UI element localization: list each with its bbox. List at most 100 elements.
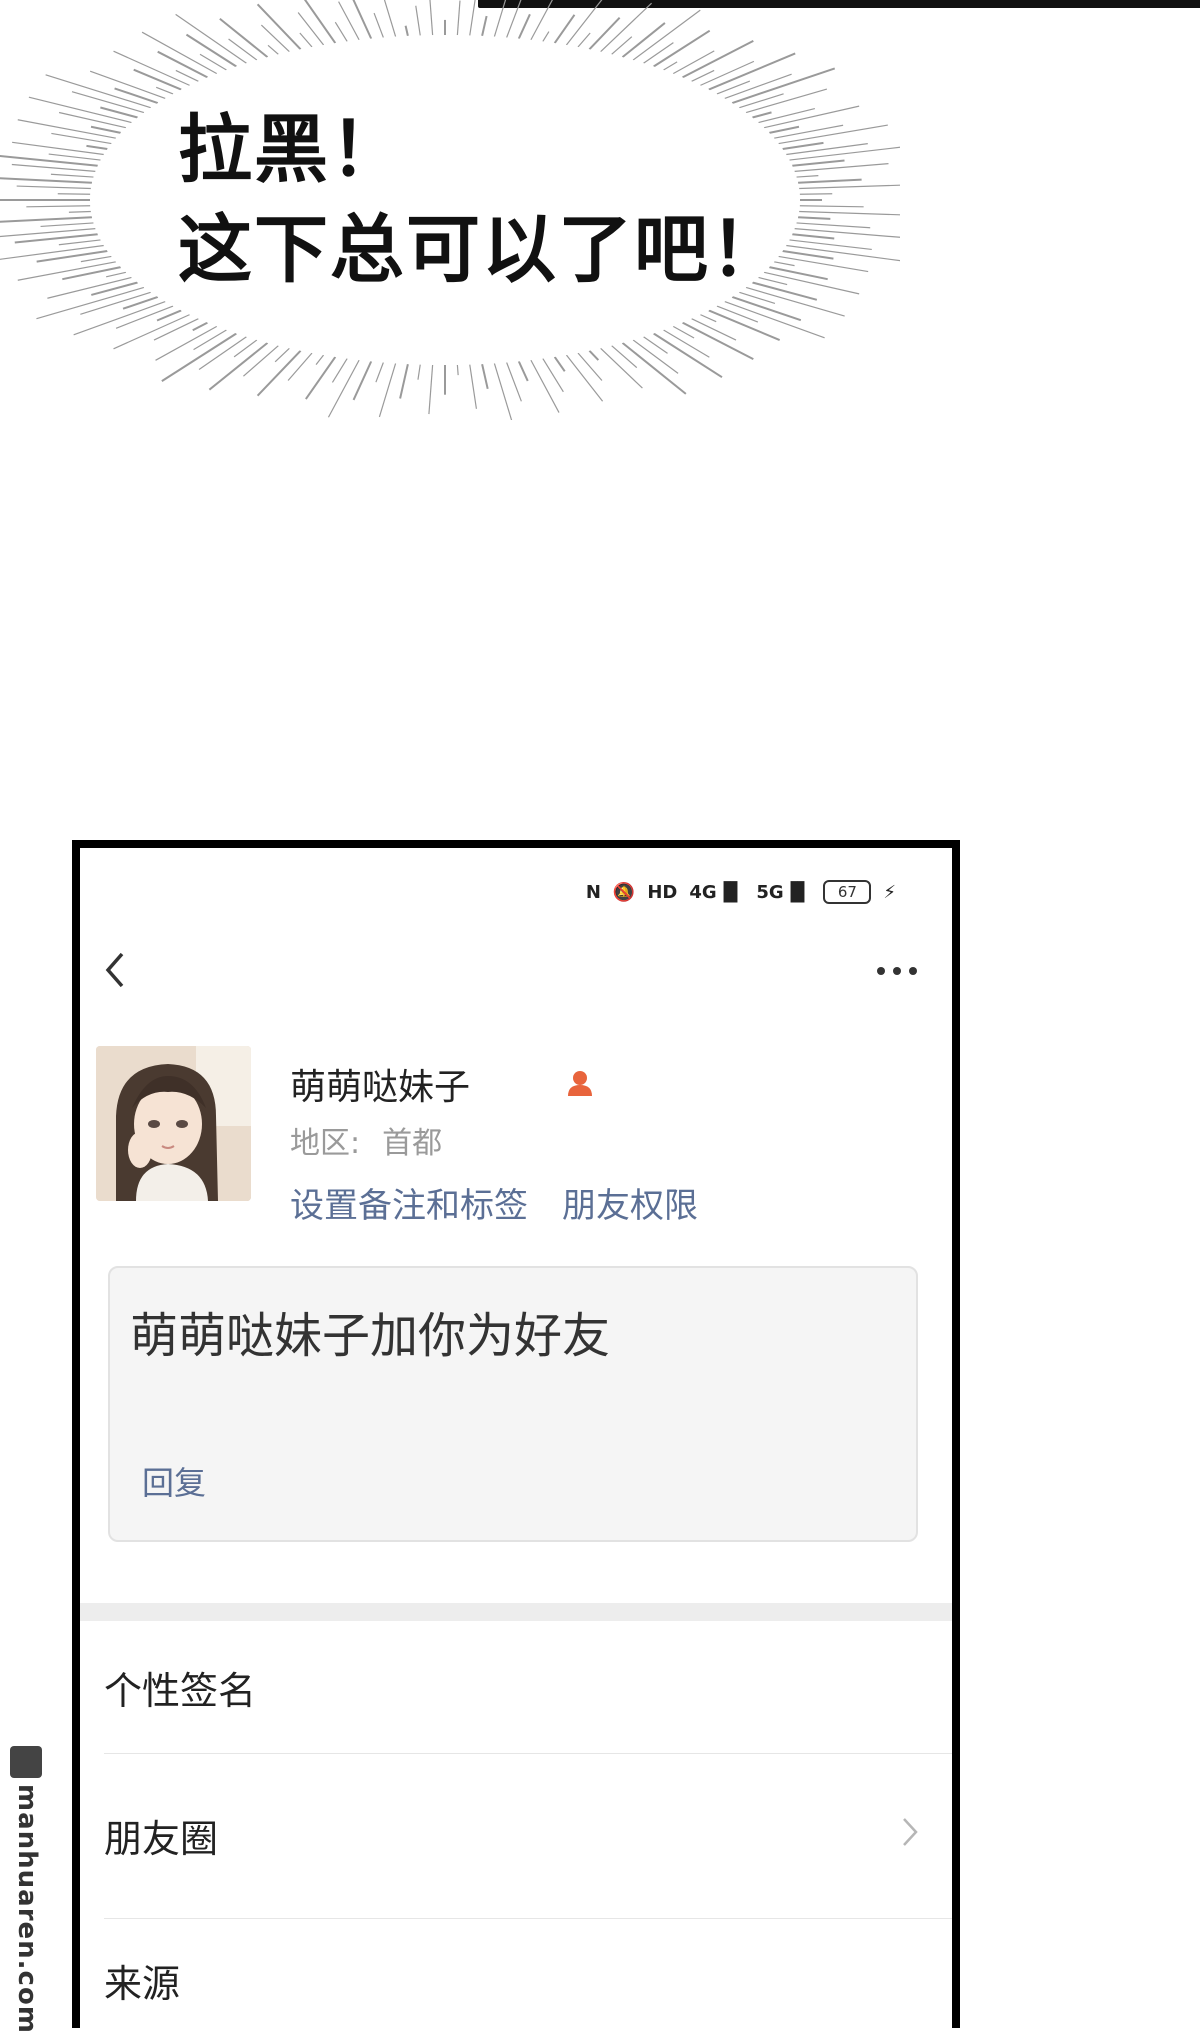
burst-ray [399,363,409,399]
burst-ray [156,309,182,322]
burst-ray [792,159,845,167]
burst-ray [58,239,101,246]
section-divider [80,1603,952,1621]
reply-button[interactable]: 回复 [142,1458,206,1504]
nfc-icon: N [585,881,601,903]
row-signature[interactable]: 个性签名 [104,1621,952,1754]
burst-ray [417,364,421,380]
burst-ray [404,25,409,37]
burst-ray [0,216,92,223]
burst-ray [799,184,900,190]
burst-ray [114,87,159,104]
signal-4g-icon: 4G▐▌ [689,881,745,903]
burst-ray [542,31,550,42]
burst-ray [577,32,591,48]
burst-ray [155,325,218,361]
burst-ray [456,0,461,36]
burst-ray [192,321,208,332]
burst-ray [653,332,723,379]
more-button[interactable] [872,950,922,990]
burst-ray [299,32,313,48]
burst-ray [161,332,237,382]
region-label: 地区: [290,1126,361,1161]
burst-ray [28,96,132,124]
gender-icon [568,1071,592,1096]
burst-ray [663,61,678,71]
row-moments[interactable]: 朋友圈 [104,1753,952,1919]
burst-ray [588,16,621,50]
back-button[interactable] [100,948,140,998]
burst-ray [58,111,127,129]
burst-ray [792,233,835,240]
burst-ray [565,354,604,402]
burst-ray [799,193,833,195]
signal-4g-label: 4G [689,881,717,903]
burst-ray [553,356,566,372]
burst-ray [565,0,603,46]
mute-icon: 🔕 [612,881,636,903]
burst-ray [600,2,653,53]
burst-ray [798,216,831,220]
burst-ray [57,193,91,195]
burst-ray [415,5,421,36]
request-message: 萌萌哒妹子加你为好友 [130,1308,611,1364]
burst-ray [16,185,91,190]
friend-permission-link[interactable]: 朋友权限 [562,1186,698,1226]
battery-level: 67 [837,883,857,901]
burst-ray [106,271,127,278]
burst-ray [334,21,348,42]
burst-ray [40,222,94,228]
burst-ray [0,177,92,184]
burst-ray [228,38,258,61]
avatar[interactable] [96,1046,251,1201]
watermark-text: manhuaren.com [12,1784,42,2034]
burst-ray [577,352,603,381]
burst-ray [305,356,337,400]
burst-ray [716,305,759,323]
burst-ray [588,350,600,361]
burst-ray [50,173,94,178]
burst-ray [517,360,529,382]
set-remark-link[interactable]: 设置备注和标签 [290,1186,528,1226]
watermark-logo-icon [10,1746,42,1778]
burst-ray [51,132,112,145]
burst-ray [796,175,819,178]
burst-ray [383,0,397,37]
burst-ray [778,255,869,273]
burst-ray [373,12,384,38]
region-info: 地区: 首都 [290,1118,442,1162]
burst-ray [799,210,900,216]
burst-ray [36,286,145,320]
burst-ray [481,15,488,37]
status-bar: N 🔕 HD 4G▐▌ 5G▐▌ 67 ⚡ [586,876,896,908]
burst-ray [90,125,121,134]
burst-ray [708,309,781,341]
row-source[interactable]: 来源 [104,1918,952,2028]
burst-ray [530,359,560,413]
region-value: 首都 [382,1126,443,1161]
profile-name: 萌萌哒妹子 [290,1067,471,1108]
burst-ray [73,301,166,336]
burst-ray [352,0,373,40]
burst-ray [493,363,513,420]
burst-ray [653,29,711,68]
burst-ray [456,364,459,376]
row-moments-label: 朋友圈 [104,1817,219,1861]
more-dots-icon [877,967,917,975]
burst-ray [26,205,91,208]
burst-ray [672,50,715,75]
charging-icon: ⚡ [883,881,896,903]
burst-ray [708,52,796,91]
burst-ray [796,222,871,229]
burst-ray [86,144,108,151]
burst-ray [274,347,290,363]
burst-ray [260,24,290,53]
speech-burst: 拉黑！ 这下总可以了吧！ [0,0,900,420]
burst-ray [672,325,695,339]
hd-icon: HD [647,881,678,903]
burst-ray [12,141,104,156]
burst-ray [428,364,434,415]
burst-ray [219,17,269,58]
burst-ray [517,13,531,40]
burst-ray [375,362,384,383]
